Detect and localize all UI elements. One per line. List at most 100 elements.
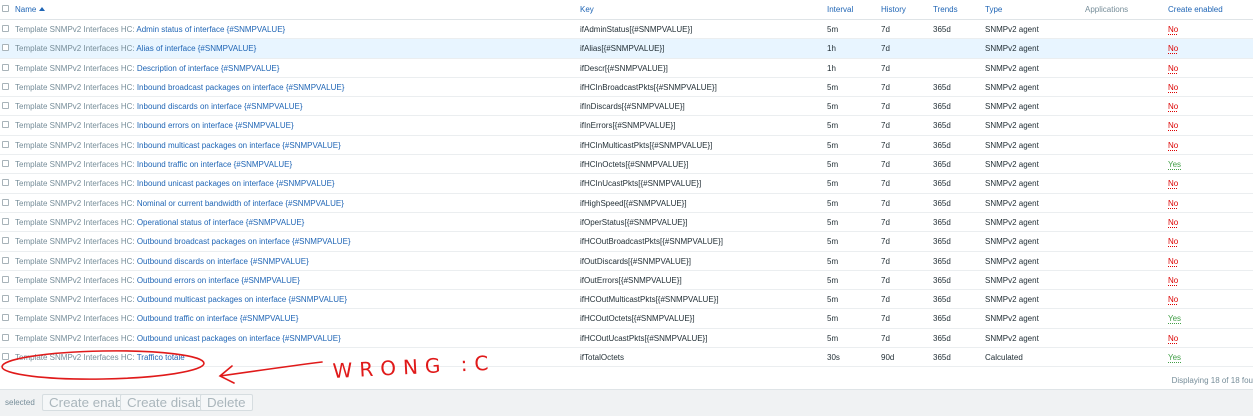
row-checkbox[interactable]: [2, 82, 9, 90]
template-link[interactable]: Template SNMPv2 Interfaces HC: [15, 25, 132, 34]
create-enabled-toggle[interactable]: No: [1168, 194, 1178, 213]
create-enabled-toggle[interactable]: No: [1168, 329, 1178, 348]
table-row: Template SNMPv2 Interfaces HC: Outbound …: [0, 329, 1253, 349]
selected-count: selected: [5, 398, 35, 407]
row-checkbox[interactable]: [2, 179, 9, 187]
item-type: SNMPv2 agent: [985, 314, 1039, 324]
item-interval: 1h: [827, 63, 836, 73]
item-name-link[interactable]: Outbound traffic on interface {#SNMPVALU…: [137, 314, 299, 323]
row-checkbox[interactable]: [2, 121, 9, 129]
template-link[interactable]: Template SNMPv2 Interfaces HC: [15, 295, 132, 304]
create-enabled-toggle[interactable]: Yes: [1168, 155, 1181, 174]
row-checkbox[interactable]: [2, 25, 9, 32]
row-checkbox[interactable]: [2, 333, 9, 341]
create-enabled-toggle[interactable]: No: [1168, 252, 1178, 271]
item-name-link[interactable]: Nominal or current bandwidth of interfac…: [137, 199, 344, 208]
column-header-key[interactable]: Key: [580, 0, 594, 20]
column-header-interval[interactable]: Interval: [827, 0, 853, 20]
row-checkbox[interactable]: [2, 237, 9, 245]
item-name-link[interactable]: Inbound errors on interface {#SNMPVALUE}: [137, 121, 294, 130]
item-name-cell: Template SNMPv2 Interfaces HC: Alias of …: [15, 39, 256, 58]
template-link[interactable]: Template SNMPv2 Interfaces HC: [15, 199, 132, 208]
item-trends: 365d: [933, 275, 951, 285]
create-enabled-toggle[interactable]: Yes: [1168, 309, 1181, 328]
item-name-link[interactable]: Description of interface {#SNMPVALUE}: [137, 64, 280, 73]
item-history: 7d: [881, 102, 890, 112]
create-enabled-toggle[interactable]: No: [1168, 232, 1178, 251]
create-enabled-toggle[interactable]: No: [1168, 271, 1178, 290]
template-link[interactable]: Template SNMPv2 Interfaces HC: [15, 121, 132, 130]
create-enabled-toggle[interactable]: No: [1168, 174, 1178, 193]
item-name-link[interactable]: Operational status of interface {#SNMPVA…: [137, 218, 305, 227]
row-checkbox[interactable]: [2, 217, 9, 225]
create-enabled-toggle[interactable]: No: [1168, 116, 1178, 135]
item-name-link[interactable]: Traffico totale: [137, 353, 185, 362]
column-header-name[interactable]: Name: [15, 0, 46, 20]
row-checkbox[interactable]: [2, 44, 9, 52]
template-link[interactable]: Template SNMPv2 Interfaces HC: [15, 44, 132, 53]
item-name-link[interactable]: Outbound multicast packages on interface…: [137, 295, 347, 304]
template-link[interactable]: Template SNMPv2 Interfaces HC: [15, 218, 132, 227]
create-enabled-toggle[interactable]: No: [1168, 290, 1178, 309]
item-name-link[interactable]: Outbound errors on interface {#SNMPVALUE…: [137, 276, 300, 285]
column-header-type[interactable]: Type: [985, 0, 1002, 20]
column-header-history[interactable]: History: [881, 0, 906, 20]
row-checkbox[interactable]: [2, 140, 9, 148]
item-history: 7d: [881, 140, 890, 150]
item-name-link[interactable]: Outbound broadcast packages on interface…: [137, 237, 351, 246]
template-link[interactable]: Template SNMPv2 Interfaces HC: [15, 314, 132, 323]
create-enabled-toggle[interactable]: No: [1168, 59, 1178, 78]
create-enabled-toggle[interactable]: No: [1168, 20, 1178, 39]
create-enabled-toggle[interactable]: Yes: [1168, 348, 1181, 367]
displaying-count: Displaying 18 of 18 fou: [1171, 376, 1253, 385]
template-link[interactable]: Template SNMPv2 Interfaces HC: [15, 160, 132, 169]
item-type: SNMPv2 agent: [985, 295, 1039, 305]
template-link[interactable]: Template SNMPv2 Interfaces HC: [15, 64, 132, 73]
item-interval: 5m: [827, 275, 839, 285]
item-name-link[interactable]: Outbound discards on interface {#SNMPVAL…: [137, 257, 309, 266]
create-enabled-toggle[interactable]: No: [1168, 39, 1178, 58]
item-history: 7d: [881, 44, 890, 54]
create-enabled-toggle[interactable]: No: [1168, 78, 1178, 97]
item-name-cell: Template SNMPv2 Interfaces HC: Inbound m…: [15, 136, 341, 155]
item-key: ifOperStatus[{#SNMPVALUE}]: [580, 217, 688, 227]
column-header-create-enabled[interactable]: Create enabled: [1168, 0, 1223, 20]
row-checkbox[interactable]: [2, 160, 9, 168]
item-name-link[interactable]: Inbound multicast packages on interface …: [137, 141, 341, 150]
item-name-link[interactable]: Inbound broadcast packages on interface …: [137, 83, 345, 92]
template-link[interactable]: Template SNMPv2 Interfaces HC: [15, 83, 132, 92]
template-link[interactable]: Template SNMPv2 Interfaces HC: [15, 102, 132, 111]
item-name-link[interactable]: Inbound discards on interface {#SNMPVALU…: [137, 102, 303, 111]
template-link[interactable]: Template SNMPv2 Interfaces HC: [15, 237, 132, 246]
template-link[interactable]: Template SNMPv2 Interfaces HC: [15, 141, 132, 150]
item-name-cell: Template SNMPv2 Interfaces HC: Descripti…: [15, 59, 279, 78]
item-name-link[interactable]: Inbound traffic on interface {#SNMPVALUE…: [137, 160, 292, 169]
template-link[interactable]: Template SNMPv2 Interfaces HC: [15, 276, 132, 285]
row-checkbox[interactable]: [2, 198, 9, 206]
template-link[interactable]: Template SNMPv2 Interfaces HC: [15, 179, 132, 188]
row-checkbox[interactable]: [2, 314, 9, 322]
create-enabled-toggle[interactable]: No: [1168, 213, 1178, 232]
item-interval: 5m: [827, 237, 839, 247]
template-link[interactable]: Template SNMPv2 Interfaces HC: [15, 353, 132, 362]
template-link[interactable]: Template SNMPv2 Interfaces HC: [15, 334, 132, 343]
create-enabled-toggle[interactable]: No: [1168, 136, 1178, 155]
select-all-checkbox[interactable]: [2, 5, 9, 12]
item-interval: 5m: [827, 217, 839, 227]
item-name-link[interactable]: Alias of interface {#SNMPVALUE}: [136, 44, 256, 53]
row-checkbox[interactable]: [2, 256, 9, 264]
delete-button[interactable]: Delete: [200, 394, 253, 411]
item-name-link[interactable]: Inbound unicast packages on interface {#…: [137, 179, 335, 188]
item-name-link[interactable]: Outbound unicast packages on interface {…: [137, 334, 341, 343]
template-link[interactable]: Template SNMPv2 Interfaces HC: [15, 257, 132, 266]
row-checkbox[interactable]: [2, 353, 9, 361]
row-checkbox[interactable]: [2, 102, 9, 110]
column-header-trends[interactable]: Trends: [933, 0, 958, 20]
item-key: ifTotalOctets: [580, 353, 625, 363]
create-enabled-toggle[interactable]: No: [1168, 97, 1178, 116]
item-name-link[interactable]: Admin status of interface {#SNMPVALUE}: [136, 25, 285, 34]
table-row: Template SNMPv2 Interfaces HC: Operation…: [0, 213, 1253, 233]
row-checkbox[interactable]: [2, 275, 9, 283]
row-checkbox[interactable]: [2, 63, 9, 71]
row-checkbox[interactable]: [2, 295, 9, 303]
